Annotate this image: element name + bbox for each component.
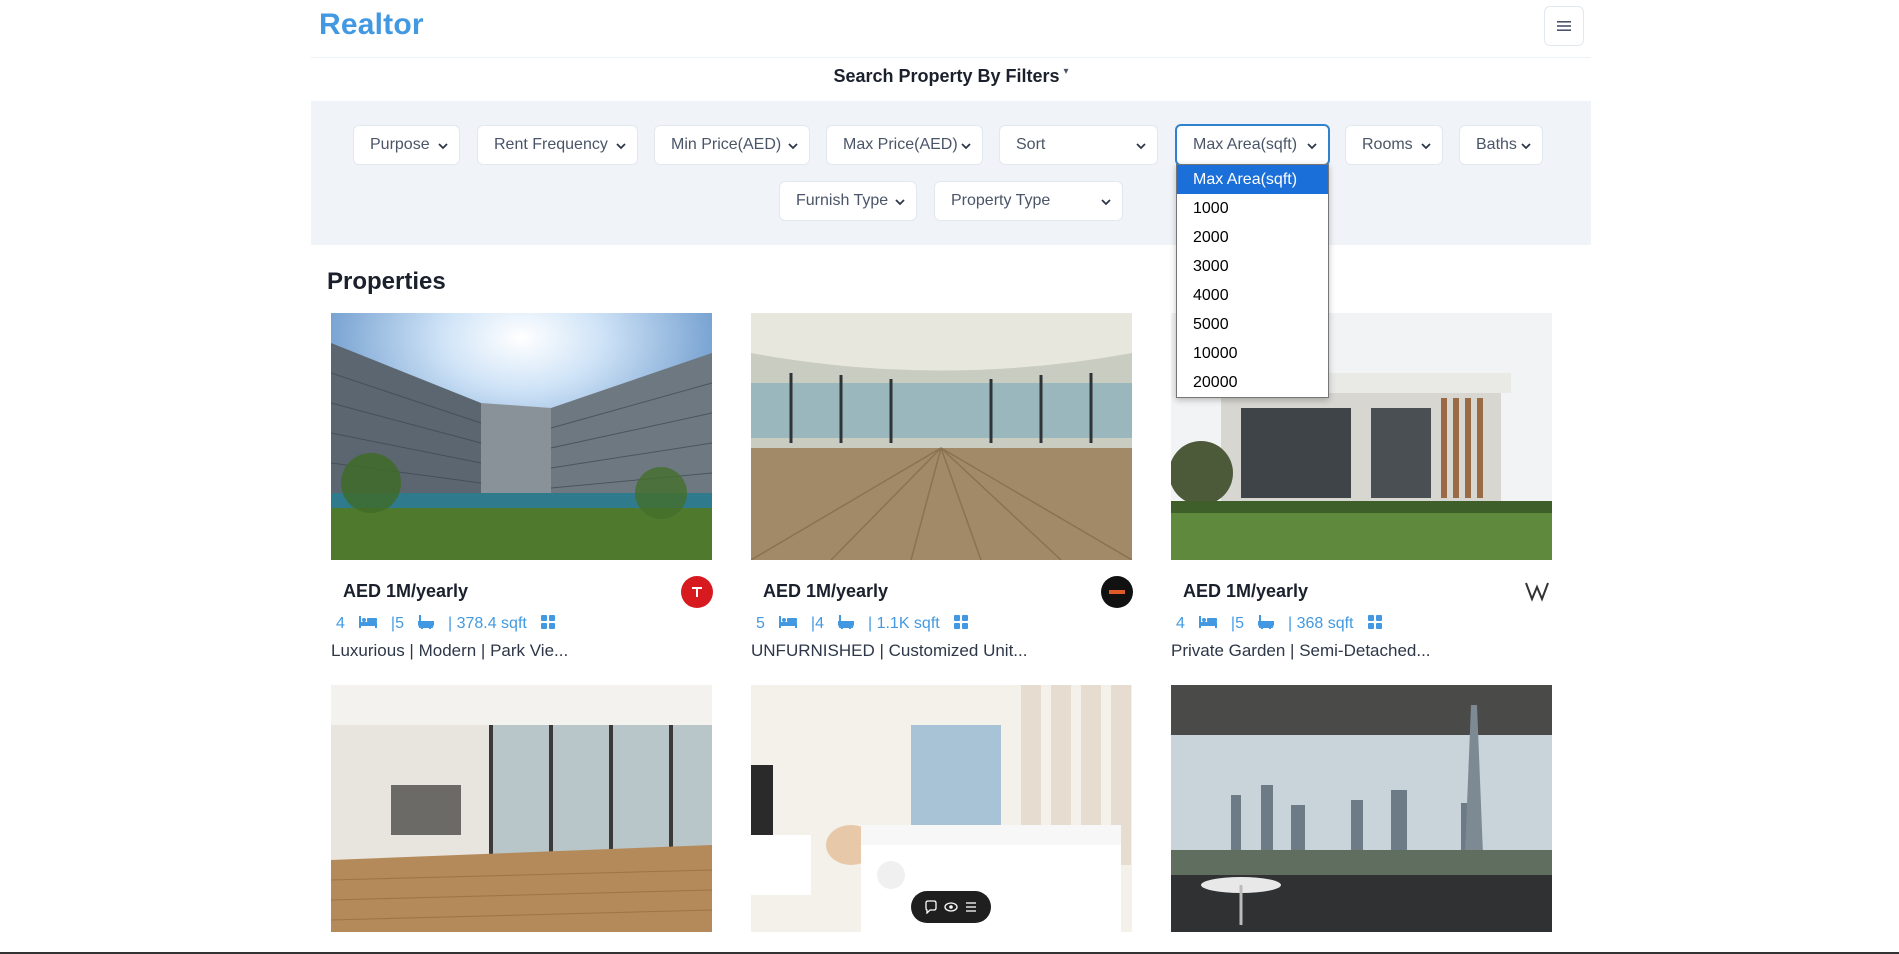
grid-icon xyxy=(953,614,968,634)
area-size: | 1.1K sqft xyxy=(867,615,940,632)
property-card[interactable]: AED 1M/yearly 5 |4 | 1.1K sqft UNFURNISH… xyxy=(751,313,1133,660)
max-area-select[interactable]: Max Area(sqft) xyxy=(1175,124,1330,166)
select-label: Max Area(sqft) xyxy=(1193,136,1298,153)
purpose-select[interactable]: Purpose xyxy=(353,125,460,165)
property-price: AED 1M/yearly xyxy=(763,581,889,601)
max-area-dropdown[interactable]: Max Area(sqft) 1000 2000 3000 4000 5000 … xyxy=(1176,164,1329,398)
property-title[interactable]: Luxurious | Modern | Park Vie... xyxy=(331,641,568,661)
navbar: Realtor xyxy=(311,0,1591,58)
filter-panel xyxy=(311,101,1591,245)
select-label: Max Price(AED) xyxy=(843,136,958,153)
min-price-select[interactable]: Min Price(AED) xyxy=(654,125,810,165)
dropdown-option[interactable]: 20000 xyxy=(1177,368,1328,397)
baths-select[interactable]: Baths xyxy=(1459,125,1543,165)
bed-icon xyxy=(1198,615,1217,633)
bed-icon xyxy=(778,615,797,633)
rooms-count: 4 xyxy=(1176,615,1185,632)
select-label: Sort xyxy=(1016,136,1046,153)
property-image[interactable] xyxy=(331,313,712,560)
agency-logo xyxy=(1521,576,1553,608)
select-label: Property Type xyxy=(951,192,1051,209)
rent-frequency-select[interactable]: Rent Frequency xyxy=(477,125,638,165)
property-meta: 4 |5 | 368 sqft xyxy=(1176,614,1396,634)
baths-count: |5 xyxy=(390,615,404,632)
property-price: AED 1M/yearly xyxy=(1183,581,1309,601)
dropdown-option[interactable]: 1000 xyxy=(1177,194,1328,223)
chevron-down-icon xyxy=(616,143,626,150)
app-container: Realtor Search Property By Filters ▾ Purp… xyxy=(311,0,1591,954)
dropdown-option[interactable]: 10000 xyxy=(1177,339,1328,368)
property-card[interactable] xyxy=(1171,685,1552,932)
chevron-down-icon xyxy=(788,143,798,150)
rooms-count: 5 xyxy=(756,615,765,632)
property-image[interactable] xyxy=(1171,685,1552,932)
select-label: Purpose xyxy=(370,136,430,153)
chevron-down-icon xyxy=(1421,143,1431,150)
property-title[interactable]: Private Garden | Semi-Detached... xyxy=(1171,641,1431,661)
select-label: Rent Frequency xyxy=(494,136,608,153)
max-price-select[interactable]: Max Price(AED) xyxy=(826,125,983,165)
agency-logo xyxy=(681,576,713,608)
bath-icon xyxy=(416,614,436,634)
hamburger-icon xyxy=(1557,21,1571,31)
rooms-count: 4 xyxy=(336,615,345,632)
property-meta: 4 |5 | 378.4 sqft xyxy=(336,614,569,634)
select-label: Min Price(AED) xyxy=(671,136,782,153)
property-card[interactable]: AED 1M/yearly 4 |5 | 378.4 sqft Luxuriou… xyxy=(331,313,713,660)
property-type-select[interactable]: Property Type xyxy=(934,181,1123,221)
property-meta: 5 |4 | 1.1K sqft xyxy=(756,614,982,634)
bed-icon xyxy=(358,615,377,633)
area-size: | 378.4 sqft xyxy=(447,615,527,632)
dropdown-option[interactable]: 5000 xyxy=(1177,310,1328,339)
properties-heading: Properties xyxy=(327,268,446,295)
dropdown-option[interactable]: 4000 xyxy=(1177,281,1328,310)
floating-toolbar[interactable] xyxy=(911,891,991,923)
chevron-down-icon xyxy=(1101,199,1111,206)
dropdown-option[interactable]: 2000 xyxy=(1177,223,1328,252)
bath-icon xyxy=(836,614,856,634)
grid-icon xyxy=(540,614,555,634)
filter-heading[interactable]: Search Property By Filters ▾ xyxy=(311,66,1591,87)
chevron-down-icon xyxy=(1307,143,1317,150)
grid-icon xyxy=(1367,614,1382,634)
select-label: Furnish Type xyxy=(796,192,889,209)
chevron-down-icon xyxy=(438,143,448,150)
baths-count: |5 xyxy=(1230,615,1244,632)
property-title[interactable]: UNFURNISHED | Customized Unit... xyxy=(751,641,1027,661)
bath-icon xyxy=(1256,614,1276,634)
furnish-type-select[interactable]: Furnish Type xyxy=(779,181,917,221)
chevron-down-icon xyxy=(895,199,905,206)
rooms-select[interactable]: Rooms xyxy=(1345,125,1443,165)
chevron-down-icon xyxy=(961,143,971,150)
select-label: Rooms xyxy=(1362,136,1413,153)
chevron-down-icon xyxy=(1521,143,1531,150)
property-image[interactable] xyxy=(331,685,712,932)
select-label: Baths xyxy=(1476,136,1517,153)
agency-logo xyxy=(1101,576,1133,608)
property-card[interactable] xyxy=(331,685,712,932)
property-image[interactable] xyxy=(751,313,1132,560)
filter-heading-label: Search Property By Filters xyxy=(833,66,1060,86)
menu-button[interactable] xyxy=(1544,6,1584,46)
filter-toggle-icon: ▾ xyxy=(1063,66,1069,77)
area-size: | 368 sqft xyxy=(1287,615,1354,632)
sort-select[interactable]: Sort xyxy=(999,125,1158,165)
chevron-down-icon xyxy=(1136,143,1146,150)
chat-icon[interactable] xyxy=(924,900,938,914)
dropdown-option[interactable]: 3000 xyxy=(1177,252,1328,281)
eye-icon[interactable] xyxy=(944,900,958,914)
brand-logo[interactable]: Realtor xyxy=(319,8,424,42)
baths-count: |4 xyxy=(810,615,824,632)
list-icon[interactable] xyxy=(964,900,978,914)
dropdown-option[interactable]: Max Area(sqft) xyxy=(1177,165,1328,194)
property-price: AED 1M/yearly xyxy=(343,581,469,601)
